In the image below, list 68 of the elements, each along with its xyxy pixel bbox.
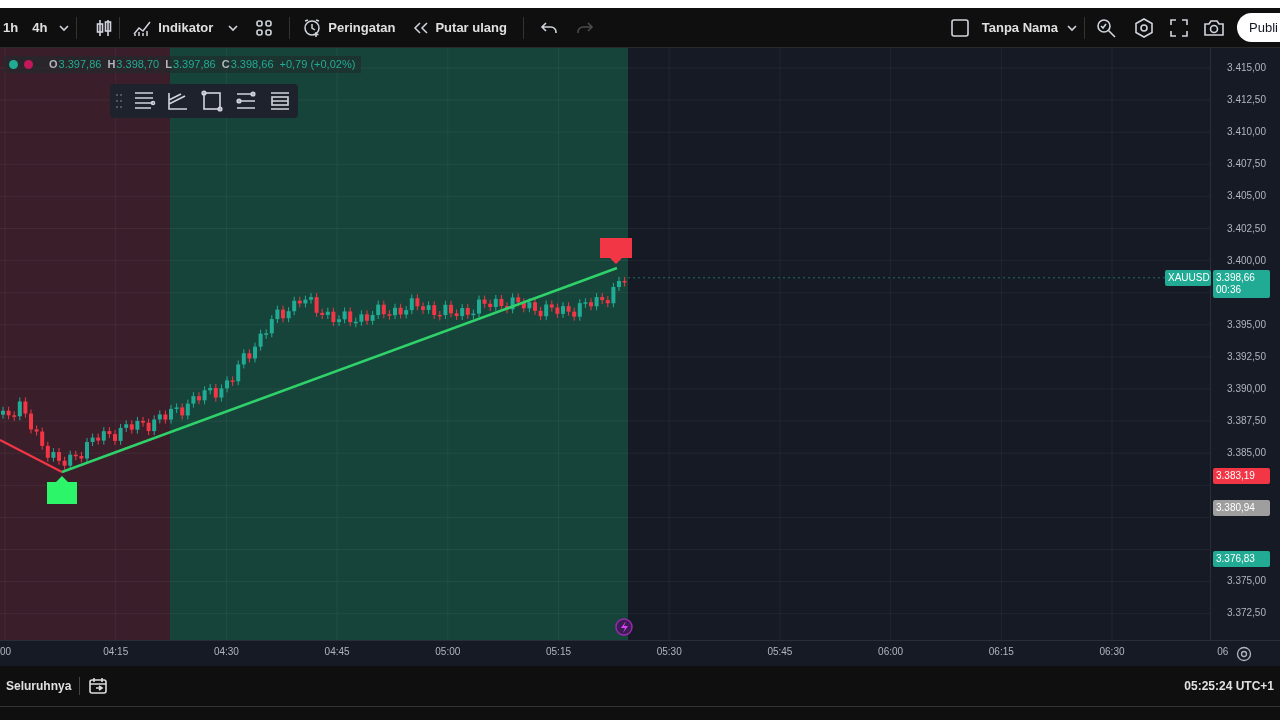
ohlc-value: 3.397,86 (58, 57, 102, 73)
clock-time: 05:25:24 UTC+1 (1184, 678, 1274, 695)
range-label[interactable]: Seluruhnya (6, 677, 72, 695)
time-tick: 05:15 (546, 647, 571, 657)
interval-button[interactable]: 1h (0, 15, 22, 40)
price-tick: 3.392,50 (1227, 352, 1266, 362)
rewind-icon (413, 20, 430, 35)
ranges-icon[interactable] (268, 89, 292, 113)
layout-name-button[interactable]: Tanpa Nama (949, 17, 1059, 38)
down-trend-line (0, 439, 63, 473)
alarm-clock-icon (302, 17, 323, 38)
price-tag: 3.380,94 (1213, 500, 1270, 516)
time-tick: 06:15 (988, 647, 1014, 657)
candlestick-icon[interactable] (95, 17, 114, 38)
fullscreen-icon[interactable] (1169, 17, 1190, 38)
price-tick: 3.410,00 (1227, 127, 1266, 137)
price-tick: 3.412,50 (1227, 95, 1266, 105)
time-tick: 04:30 (213, 647, 239, 657)
high-marker (600, 238, 632, 264)
price-tick: 3.402,50 (1227, 224, 1266, 234)
grid-icon[interactable] (255, 18, 274, 37)
settings-icon[interactable] (1236, 646, 1252, 662)
price-tag: 3.376,83 (1213, 551, 1270, 567)
alert-button[interactable]: Peringatan (302, 17, 396, 38)
price-tick: 3.395,00 (1227, 320, 1266, 330)
price-tick: 3.405,00 (1227, 191, 1266, 201)
ohlc-label: C (221, 57, 230, 73)
time-tick: 05:00 (435, 647, 461, 657)
time-tick: 06:30 (1099, 647, 1125, 657)
low-marker (47, 476, 77, 504)
time-tick: 05:45 (767, 647, 793, 657)
settings-icon[interactable] (1133, 16, 1156, 39)
search-icon[interactable] (1095, 16, 1118, 39)
price-tick: 3.390,00 (1227, 384, 1266, 394)
price-tag: 3.383,19 (1213, 468, 1270, 484)
undo-icon[interactable] (539, 19, 558, 36)
price-tick: 3.372,50 (1227, 608, 1266, 618)
price-change: +0,79 (+0,02%) (279, 57, 356, 73)
ohlc-label: O (49, 57, 58, 73)
time-tick: 06 (1217, 647, 1229, 657)
price-tag: XAUUSD (1165, 270, 1211, 286)
time-tick: 04:45 (324, 647, 350, 657)
lightning-icon[interactable] (615, 618, 633, 636)
ohlc-label: H (107, 57, 116, 73)
time-tick: 06:00 (878, 647, 904, 657)
price-tag: 3.398,66 00:36 (1213, 270, 1270, 298)
interval-button[interactable]: 4h (29, 15, 51, 40)
square-icon (949, 17, 970, 38)
publish-button[interactable]: Publi (1237, 12, 1280, 43)
price-tick: 3.400,00 (1227, 256, 1266, 266)
indicator-button[interactable]: Indikator (132, 17, 214, 38)
camera-icon[interactable] (1203, 17, 1226, 38)
time-tick: 00 (0, 647, 12, 657)
ohlc-value: 3.398,70 (116, 57, 160, 73)
ohlc-label: L (165, 57, 172, 73)
calendar-icon[interactable] (88, 677, 109, 695)
price-tick: 3.385,00 (1227, 448, 1266, 458)
price-tick: 3.375,00 (1227, 576, 1266, 586)
time-tick: 05:30 (656, 647, 682, 657)
ohlc-value: 3.397,86 (172, 57, 216, 73)
rectangle-icon[interactable] (200, 89, 224, 113)
price-tick: 3.387,50 (1227, 416, 1266, 426)
replay-button[interactable]: Putar ulang (413, 17, 507, 38)
drag-handle-icon[interactable] (116, 93, 122, 109)
ohlc-value: 3.398,66 (230, 57, 274, 73)
time-tick: 04:15 (103, 647, 129, 657)
price-tick: 3.415,00 (1227, 63, 1266, 73)
price-tick: 3.407,50 (1227, 159, 1266, 169)
